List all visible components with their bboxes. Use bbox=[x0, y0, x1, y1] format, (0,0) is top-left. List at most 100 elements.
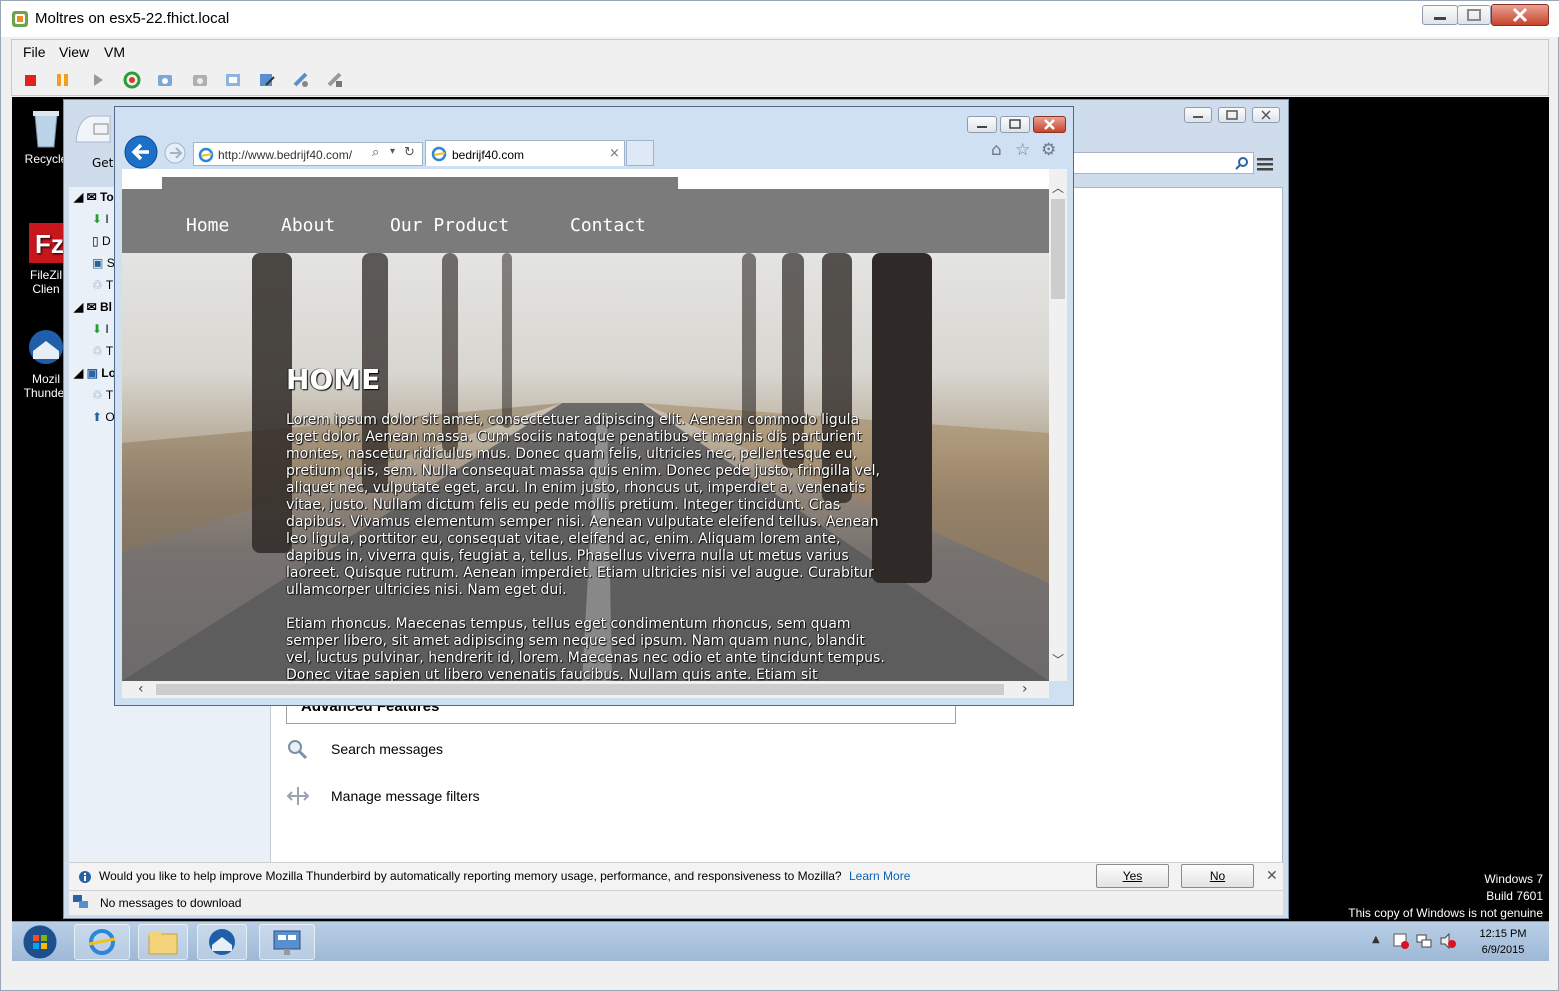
address-bar[interactable]: http://www.bedrijf40.com/ ⌕ ▾ ↻ bbox=[193, 142, 423, 166]
ie-minimize-button[interactable] bbox=[967, 116, 997, 133]
nav-home[interactable]: Home bbox=[186, 215, 229, 236]
taskbar-ie[interactable] bbox=[74, 924, 130, 960]
action-center-icon[interactable] bbox=[1392, 932, 1410, 950]
folder-row[interactable]: ♲ T bbox=[92, 388, 113, 402]
menu-bar: File View VM bbox=[11, 39, 1549, 65]
watermark-line-3: This copy of Windows is not genuine bbox=[1348, 906, 1543, 920]
tb-maximize-button[interactable] bbox=[1218, 107, 1246, 123]
menu-view[interactable]: View bbox=[59, 44, 89, 60]
folder-label: T bbox=[105, 278, 114, 292]
ie-page-icon bbox=[198, 147, 214, 163]
tb-search-input[interactable] bbox=[1064, 152, 1254, 174]
folder-icon bbox=[148, 931, 178, 955]
tb-minimize-button[interactable] bbox=[1184, 107, 1212, 123]
vm-settings-icon[interactable] bbox=[258, 71, 276, 89]
taskbar-explorer[interactable] bbox=[138, 924, 188, 960]
maximize-button[interactable] bbox=[1457, 5, 1491, 25]
address-dropdown-icon[interactable]: ▾ bbox=[390, 146, 395, 157]
menu-file[interactable]: File bbox=[23, 44, 46, 60]
minimize-icon bbox=[1434, 17, 1446, 20]
folder-account-row[interactable]: ◢ ✉ Bl bbox=[74, 300, 112, 314]
suspend-icon[interactable] bbox=[54, 71, 72, 89]
folder-row[interactable]: ⬆ O bbox=[92, 410, 115, 424]
nav-contact[interactable]: Contact bbox=[570, 215, 646, 236]
learn-more-link[interactable]: Learn More bbox=[849, 869, 910, 883]
vertical-scrollbar[interactable]: ︿ ﹀ bbox=[1049, 169, 1067, 681]
browser-tab[interactable]: bedrijf40.com × bbox=[425, 140, 625, 166]
refresh-icon[interactable]: ↻ bbox=[404, 145, 415, 160]
scroll-left-icon[interactable]: ‹ bbox=[138, 681, 144, 697]
folder-label: D bbox=[101, 234, 111, 248]
maximize-icon bbox=[1009, 119, 1021, 129]
reset-icon[interactable] bbox=[123, 71, 141, 89]
network-tray-icon[interactable] bbox=[1415, 932, 1433, 950]
folder-label: I bbox=[105, 212, 109, 226]
address-text: http://www.bedrijf40.com/ bbox=[218, 148, 353, 162]
app-menu-icon[interactable] bbox=[1256, 156, 1274, 172]
tab-close-icon[interactable]: × bbox=[609, 146, 620, 161]
folder-row[interactable]: ▯ D bbox=[92, 234, 111, 248]
minimize-icon bbox=[977, 126, 987, 128]
scroll-right-icon[interactable]: › bbox=[1022, 681, 1028, 697]
tab-ie-icon bbox=[431, 146, 447, 162]
connect-devices-icon[interactable] bbox=[292, 71, 310, 89]
power-off-icon[interactable] bbox=[22, 71, 40, 89]
notification-text: Would you like to help improve Mozilla T… bbox=[99, 869, 842, 883]
thunderbird-icon bbox=[209, 929, 235, 955]
taskbar-network[interactable] bbox=[259, 924, 315, 960]
scroll-thumb[interactable] bbox=[1051, 199, 1065, 299]
power-on-icon[interactable] bbox=[89, 71, 107, 89]
clock[interactable]: 12:15 PM 6/9/2015 bbox=[1467, 926, 1539, 958]
revert-snapshot-icon[interactable] bbox=[191, 71, 209, 89]
forward-icon[interactable] bbox=[163, 141, 189, 165]
folder-row[interactable]: ⬇ I bbox=[92, 212, 109, 226]
ie-maximize-button[interactable] bbox=[1000, 116, 1030, 133]
console-bottom-bar bbox=[11, 963, 1549, 985]
search-messages-link[interactable]: Search messages bbox=[286, 738, 586, 762]
favorites-star-icon[interactable]: ☆ bbox=[1015, 140, 1030, 160]
tools-gear-icon[interactable]: ⚙ bbox=[1041, 140, 1056, 160]
manage-filters-link[interactable]: Manage message filters bbox=[286, 785, 586, 809]
scroll-up-icon[interactable]: ︿ bbox=[1052, 179, 1064, 196]
close-button[interactable] bbox=[1491, 4, 1549, 26]
back-icon[interactable] bbox=[123, 134, 161, 170]
get-messages-button[interactable]: Get bbox=[72, 156, 113, 170]
volume-muted-icon[interactable] bbox=[1439, 932, 1457, 950]
mail-tab-icon bbox=[75, 115, 111, 143]
hscroll-thumb[interactable] bbox=[156, 684, 1004, 695]
folder-row[interactable]: ♲ T bbox=[92, 344, 113, 358]
cd-dvd-icon[interactable] bbox=[326, 71, 344, 89]
scroll-down-icon[interactable]: ﹀ bbox=[1052, 651, 1064, 668]
home-icon[interactable]: ⌂ bbox=[991, 140, 1002, 160]
console-toolbar bbox=[11, 65, 1549, 96]
ie-close-button[interactable] bbox=[1033, 116, 1066, 133]
folder-row[interactable]: ♲ T bbox=[92, 278, 113, 292]
console-title-bar: Moltres on esx5-22.fhict.local bbox=[1, 1, 1559, 37]
menu-vm[interactable]: VM bbox=[104, 44, 125, 60]
folder-label: Bl bbox=[99, 300, 112, 314]
taskbar-thunderbird[interactable] bbox=[197, 924, 247, 960]
new-tab-button[interactable] bbox=[626, 140, 654, 166]
folder-row[interactable]: ⬇ I bbox=[92, 322, 109, 336]
snapshot-icon[interactable] bbox=[156, 71, 174, 89]
nav-our-product[interactable]: Our Product bbox=[390, 215, 509, 236]
horizontal-scrollbar[interactable]: ‹ › bbox=[122, 681, 1049, 698]
yes-button[interactable]: Yes bbox=[1096, 864, 1169, 888]
start-orb-icon[interactable] bbox=[20, 923, 60, 961]
hero-content: HOME Lorem ipsum dolor sit amet, consect… bbox=[286, 363, 886, 681]
address-search-icon[interactable]: ⌕ bbox=[372, 145, 379, 160]
minimize-button[interactable] bbox=[1422, 5, 1458, 25]
svg-text:Fz: Fz bbox=[35, 229, 64, 259]
show-hidden-icons[interactable]: ▲ bbox=[1372, 934, 1380, 945]
tb-status-bar: No messages to download bbox=[69, 890, 1283, 915]
folder-row[interactable]: ▣ S bbox=[92, 256, 115, 270]
close-icon bbox=[1261, 110, 1271, 120]
no-button[interactable]: No bbox=[1181, 864, 1254, 888]
folder-account-row[interactable]: ◢ ▣ Lo bbox=[74, 366, 116, 380]
tb-close-button[interactable] bbox=[1252, 107, 1280, 123]
nav-about[interactable]: About bbox=[281, 215, 335, 236]
network-app-icon bbox=[273, 930, 301, 955]
snapshot-manager-icon[interactable] bbox=[224, 71, 242, 89]
folder-account-row[interactable]: ◢ ✉ To bbox=[74, 190, 114, 204]
dismiss-close-icon[interactable]: ✕ bbox=[1266, 868, 1278, 884]
